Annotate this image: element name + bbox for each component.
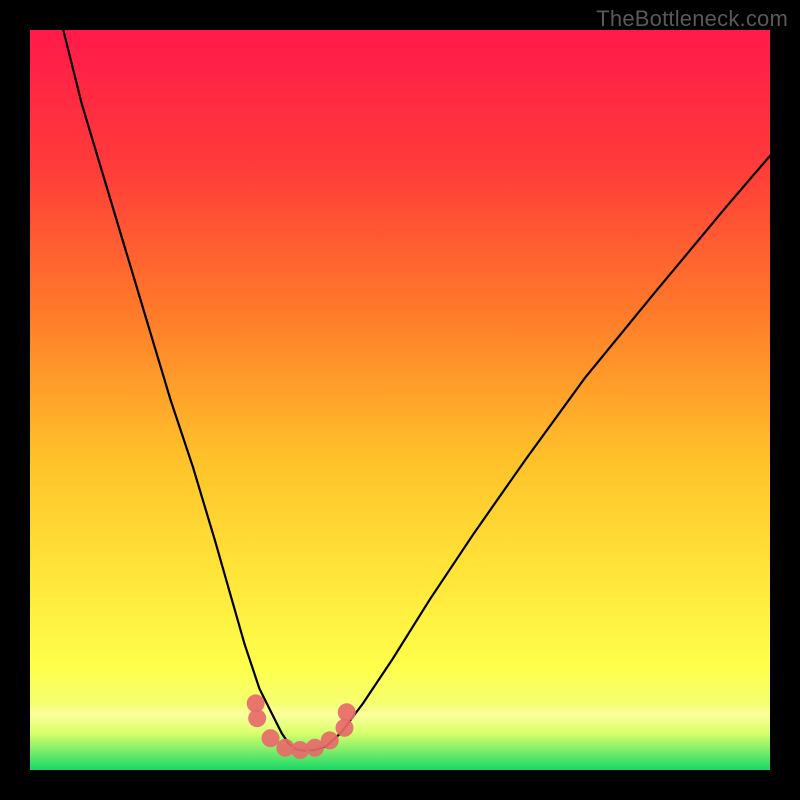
data-marker: [338, 703, 356, 721]
curve-layer: [30, 30, 770, 770]
data-marker: [336, 719, 354, 737]
watermark-text: TheBottleneck.com: [596, 6, 788, 32]
chart-frame: TheBottleneck.com: [0, 0, 800, 800]
bottleneck-curve-path: [63, 30, 770, 751]
data-marker: [321, 731, 339, 749]
data-marker: [262, 729, 280, 747]
marker-group: [247, 694, 356, 759]
bottleneck-curve: [63, 30, 770, 751]
plot-area: [30, 30, 770, 770]
data-marker: [248, 709, 266, 727]
